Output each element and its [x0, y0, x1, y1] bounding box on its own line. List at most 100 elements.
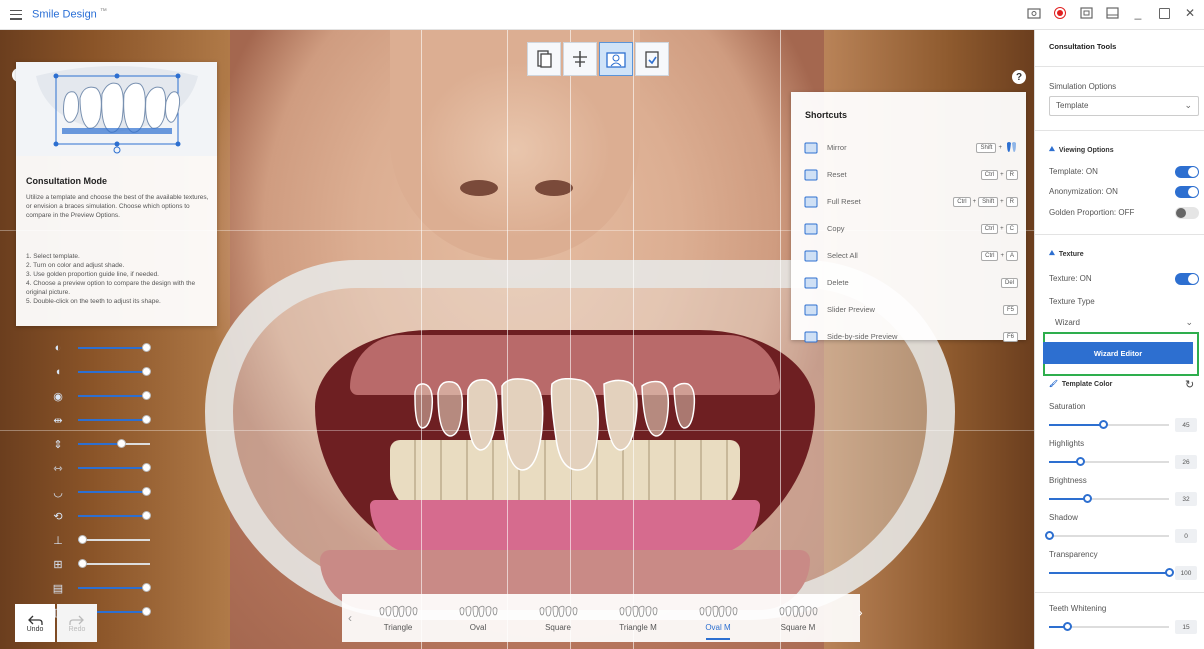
tooth-color-icon: ◉ — [53, 390, 63, 403]
gap-icon: ⊞ — [53, 558, 63, 571]
slider-handle[interactable] — [142, 487, 152, 496]
color-slider[interactable] — [1049, 420, 1169, 429]
consultation-view-icon[interactable] — [599, 42, 633, 76]
record-icon[interactable] — [1052, 5, 1068, 21]
maximize-icon[interactable] — [1156, 5, 1172, 21]
texture-toggle[interactable] — [1175, 273, 1199, 285]
face-profile-icon: ◐ — [54, 342, 62, 354]
slider-handle[interactable] — [142, 583, 152, 592]
shortcut-row: Full Reset Ctrl + Shift + R — [803, 188, 1018, 215]
tooth-slider-row: ◉ — [50, 384, 160, 408]
template-label: Oval M — [705, 622, 731, 632]
slider-handle[interactable] — [142, 511, 152, 520]
minimize-icon[interactable]: _ — [1130, 5, 1146, 21]
simulation-options-select[interactable]: Template ⌄ — [1049, 96, 1199, 116]
mirror-tooth-icon — [1004, 140, 1018, 156]
tooth-slider[interactable] — [78, 487, 152, 496]
template-option[interactable]: Square — [518, 594, 598, 642]
shortcut-label: Delete — [827, 278, 849, 287]
template-toggle[interactable] — [1175, 166, 1199, 178]
color-slider[interactable] — [1045, 531, 1169, 540]
slider-handle[interactable] — [1076, 457, 1086, 466]
template-option[interactable]: Square M — [758, 594, 838, 642]
tooth-slider[interactable] — [78, 439, 150, 448]
layout-icon[interactable] — [1104, 5, 1120, 21]
panel-title: Consultation Tools — [1049, 42, 1117, 51]
color-slider-value: 45 — [1175, 418, 1197, 432]
color-slider-label: Brightness — [1049, 476, 1087, 485]
slider-handle[interactable] — [1045, 531, 1054, 540]
shortcut-row: Delete Del — [803, 269, 1018, 296]
tooth-slider[interactable] — [78, 463, 152, 472]
slider-handle[interactable] — [142, 343, 152, 352]
color-slider[interactable] — [1049, 494, 1169, 503]
template-option[interactable]: Oval — [438, 594, 518, 642]
tooth-slider[interactable] — [78, 415, 152, 424]
curve-icon: ◡ — [53, 486, 63, 499]
slider-handle[interactable] — [77, 559, 87, 568]
guide-lines-icon[interactable] — [563, 42, 597, 76]
single-view-icon[interactable] — [527, 42, 561, 76]
texture-header: ⛰ Texture — [1049, 250, 1084, 258]
template-option[interactable]: Triangle — [358, 594, 438, 642]
consultation-steps: 1. Select template. 2. Turn on color and… — [26, 252, 216, 306]
undo-button[interactable]: Undo — [15, 604, 55, 642]
teeth-whitening-label: Teeth Whitening — [1049, 604, 1107, 613]
carousel-prev-icon[interactable]: ‹ — [342, 611, 358, 625]
texture-type-label: Texture Type — [1049, 297, 1095, 306]
template-option[interactable]: Oval M — [678, 594, 758, 642]
tooth-slider[interactable] — [78, 343, 152, 352]
export-icon[interactable] — [1078, 5, 1094, 21]
slider-handle[interactable] — [142, 391, 152, 400]
slider-handle[interactable] — [142, 415, 152, 424]
tooth-slider-row: ⟲ — [50, 504, 160, 528]
tooth-slider[interactable] — [77, 535, 150, 544]
menu-icon[interactable] — [10, 9, 22, 20]
slider-handle[interactable] — [117, 439, 127, 448]
slider-handle[interactable] — [142, 607, 152, 616]
slider-preview-icon — [803, 303, 819, 317]
shortcut-keys: Ctrl + C — [980, 223, 1018, 234]
tooth-slider[interactable] — [77, 559, 150, 568]
checklist-icon[interactable] — [635, 42, 669, 76]
texture-type-select[interactable]: Wizard ⌄ — [1049, 314, 1199, 334]
spacing-icon: ⇿ — [53, 462, 63, 475]
tooth-slider-row: ▤ — [50, 576, 160, 600]
simulation-options-label: Simulation Options — [1049, 82, 1117, 91]
history-controls: Undo Redo — [15, 604, 97, 642]
reset-color-icon[interactable]: ↻ — [1185, 378, 1194, 391]
shortcut-label: Reset — [827, 170, 847, 179]
anonymization-toggle[interactable] — [1175, 186, 1199, 198]
tooth-slider[interactable] — [78, 511, 152, 520]
template-thumbnail — [458, 605, 498, 617]
template-option[interactable]: Triangle M — [598, 594, 678, 642]
slider-handle[interactable] — [142, 367, 152, 376]
color-slider[interactable] — [1049, 568, 1174, 577]
teeth-template-overlay[interactable] — [410, 378, 700, 478]
screenshot-icon[interactable] — [1026, 5, 1042, 21]
undo-icon — [28, 615, 43, 625]
slider-handle[interactable] — [1099, 420, 1108, 429]
golden-proportion-toggle[interactable] — [1175, 207, 1199, 219]
redo-button[interactable]: Redo — [57, 604, 97, 642]
color-slider[interactable] — [1049, 457, 1169, 466]
tooth-slider[interactable] — [78, 367, 152, 376]
help-icon[interactable]: ? — [1012, 70, 1026, 84]
slider-handle[interactable] — [1165, 568, 1174, 577]
template-toggle-label: Template: ON — [1049, 167, 1098, 176]
teeth-whitening-slider[interactable] — [1049, 622, 1169, 631]
slider-handle[interactable] — [1083, 494, 1093, 503]
carousel-next-icon[interactable]: › — [858, 604, 870, 624]
window-controls: _ ✕ — [1026, 5, 1198, 21]
slider-handle[interactable] — [77, 535, 87, 544]
shortcut-label: Side-by-side Preview — [827, 332, 898, 341]
wizard-editor-button[interactable]: Wizard Editor — [1043, 342, 1193, 364]
tooth-slider[interactable] — [78, 391, 152, 400]
tooth-slider[interactable] — [78, 583, 152, 592]
template-label: Triangle — [383, 622, 413, 632]
texture-icon: ⛰ — [1049, 250, 1055, 257]
slider-handle[interactable] — [142, 463, 152, 472]
template-illustration — [16, 62, 217, 156]
close-icon[interactable]: ✕ — [1182, 5, 1198, 21]
anonymization-toggle-label: Anonymization: ON — [1049, 187, 1118, 196]
